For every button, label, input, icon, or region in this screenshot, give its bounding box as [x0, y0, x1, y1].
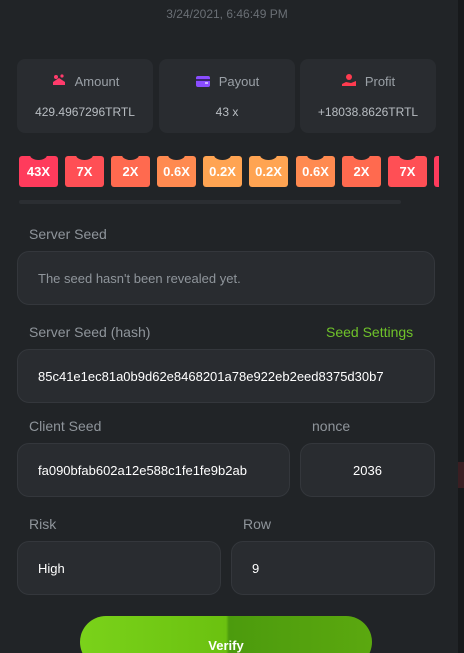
background-edge [458, 0, 464, 653]
fairness-modal: 3/24/2021, 6:46:49 PM Amount 429.4967296… [0, 0, 458, 653]
nonce-field[interactable]: 2036 [300, 443, 435, 497]
multiplier-slot [434, 156, 439, 187]
wallet-icon [195, 73, 211, 89]
client-seed-field[interactable]: fa090bfab602a12e588c1fe1fe9b2ab [17, 443, 290, 497]
amount-card: Amount 429.4967296TRTL [17, 59, 153, 133]
profit-hand-icon [341, 73, 357, 89]
risk-select[interactable]: High [17, 541, 221, 595]
multiplier-strip: 43X 7X 2X 0.6X 0.2X 0.2X 0.6X 2X 7X [19, 156, 439, 188]
server-seed-hash-label: Server Seed (hash) [29, 324, 151, 340]
server-seed-field[interactable]: The seed hasn't been revealed yet. [17, 251, 435, 305]
amount-label: Amount [74, 73, 120, 89]
row-select[interactable]: 9 [231, 541, 435, 595]
multiplier-slot: 0.6X [157, 156, 196, 187]
multiplier-slot: 0.2X [249, 156, 288, 187]
multiplier-slot: 7X [388, 156, 427, 187]
multiplier-slot: 2X [111, 156, 150, 187]
background-edge-mark [458, 462, 464, 488]
multiplier-scrollbar[interactable] [19, 200, 401, 204]
seed-settings-link[interactable]: Seed Settings [326, 324, 413, 340]
amount-value: 429.4967296TRTL [35, 105, 135, 119]
coins-icon [51, 73, 67, 89]
server-seed-label: Server Seed [29, 226, 107, 242]
multiplier-slot: 0.6X [296, 156, 335, 187]
multiplier-slot: 2X [342, 156, 381, 187]
risk-label: Risk [29, 516, 57, 532]
nonce-label: nonce [312, 418, 351, 434]
payout-label: Payout [218, 73, 260, 89]
payout-value: 43 x [215, 105, 239, 119]
verify-button[interactable]: Verify [80, 616, 372, 653]
profit-label: Profit [364, 73, 396, 89]
profit-value: +18038.8626TRTL [317, 105, 419, 119]
server-seed-hash-field[interactable]: 85c41e1ec81a0b9d62e8468201a78e922eb2eed8… [17, 349, 435, 403]
multiplier-slot: 7X [65, 156, 104, 187]
multiplier-slot: 0.2X [203, 156, 242, 187]
bet-timestamp: 3/24/2021, 6:46:49 PM [166, 7, 288, 21]
payout-card: Payout 43 x [159, 59, 295, 133]
client-seed-label: Client Seed [29, 418, 102, 434]
multiplier-slot: 43X [19, 156, 58, 187]
profit-card: Profit +18038.8626TRTL [300, 59, 436, 133]
row-label: Row [243, 516, 272, 532]
